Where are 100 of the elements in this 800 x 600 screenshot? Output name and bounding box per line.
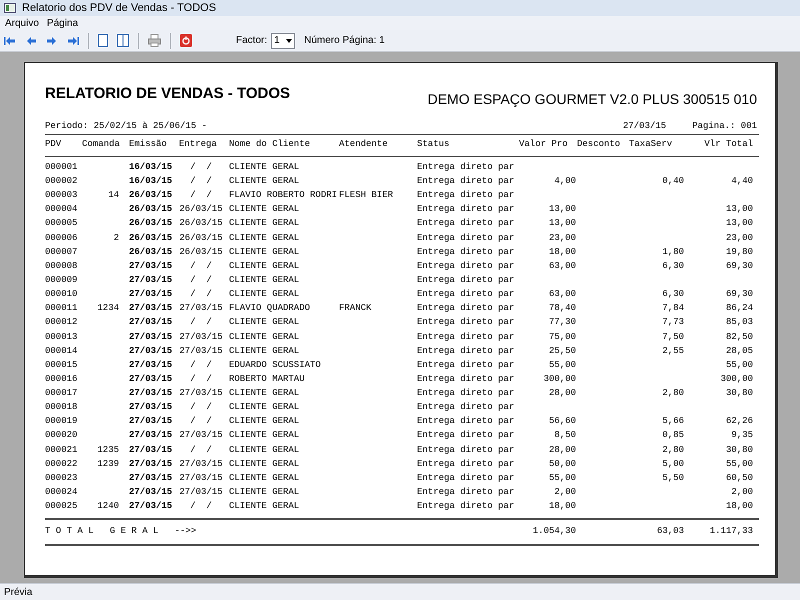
- table-cell: 86,24: [726, 303, 753, 314]
- table-cell: 2,80: [662, 444, 684, 455]
- table-cell: 6,30: [662, 260, 684, 271]
- table-cell: CLIENTE GERAL: [229, 204, 300, 214]
- table-cell: 26/03/15: [129, 246, 172, 257]
- table-cell: 63,03: [656, 526, 684, 536]
- table-cell: Entrega direto par: [417, 346, 514, 356]
- table-cell: / /: [190, 444, 212, 455]
- table-cell: 27/03/15: [129, 388, 172, 398]
- table-cell: 000018: [45, 402, 78, 412]
- table-cell: 82,50: [726, 332, 753, 342]
- previous-page-icon[interactable]: [25, 36, 37, 46]
- column-header: TaxaServ: [629, 139, 672, 150]
- table-cell: CLIENTE GERAL: [229, 317, 300, 328]
- menu-item[interactable]: Arquivo: [5, 16, 39, 30]
- factor-select[interactable]: 1: [271, 32, 296, 48]
- table-cell: CLIENTE GERAL: [229, 274, 300, 285]
- last-page-icon[interactable]: [67, 36, 79, 46]
- table-cell: FRANCK: [339, 303, 372, 314]
- table-cell: 27/03/15: [129, 260, 172, 271]
- table-cell: 000002: [45, 176, 78, 186]
- table-cell: 27/03/15: [129, 430, 172, 440]
- table-cell: / /: [190, 374, 212, 384]
- table-cell: 000014: [45, 346, 78, 356]
- table-cell: 000003: [45, 190, 78, 200]
- table-cell: Entrega direto par: [417, 246, 514, 257]
- first-page-icon[interactable]: [4, 36, 16, 46]
- table-cell: CLIENTE GERAL: [229, 289, 300, 300]
- table-cell: 26/03/15: [129, 190, 172, 200]
- table-cell: 78,40: [548, 303, 576, 314]
- table-cell: 28,00: [548, 444, 576, 455]
- table-cell: / /: [190, 190, 212, 200]
- table-cell: CLIENTE GERAL: [229, 246, 300, 257]
- table-cell: 69,30: [726, 260, 753, 271]
- table-cell: 13,00: [548, 218, 576, 228]
- table-cell: 000005: [45, 218, 78, 228]
- table-cell: 26/03/15: [179, 218, 223, 228]
- table-cell: 85,03: [726, 317, 753, 328]
- table-cell: 28,00: [548, 388, 576, 398]
- table-cell: FLAVIO ROBERTO RODRI: [229, 190, 338, 200]
- table-cell: 27/03/15: [129, 458, 172, 469]
- table-cell: 27/03/15: [129, 472, 172, 483]
- table-cell: 27/03/15: [129, 402, 172, 412]
- table-cell: Entrega direto par: [417, 458, 514, 469]
- table-cell: 2: [114, 232, 119, 243]
- table-cell: 63,00: [548, 289, 576, 300]
- column-header: Valor Pro: [519, 139, 568, 150]
- table-cell: 13,00: [548, 204, 576, 214]
- table-cell: 69,30: [726, 289, 753, 300]
- table-cell: Entrega direto par: [417, 190, 514, 200]
- table-cell: 1239: [97, 458, 119, 469]
- menu-item[interactable]: Página: [46, 16, 78, 30]
- table-cell: / /: [190, 501, 212, 512]
- power-icon[interactable]: [180, 34, 192, 47]
- table-cell: 000010: [45, 289, 78, 300]
- column-header: Status: [417, 139, 450, 150]
- table-cell: 000015: [45, 360, 78, 370]
- table-cell: 26/03/15: [129, 204, 172, 214]
- next-page-icon[interactable]: [46, 36, 58, 46]
- table-cell: Entrega direto par: [417, 162, 514, 172]
- table-cell: 27/03/15: [179, 388, 223, 398]
- table-cell: 4,40: [731, 176, 753, 186]
- table-cell: 18,00: [548, 246, 576, 257]
- table-cell: 1.117,33: [710, 526, 753, 536]
- table-cell: 13,00: [726, 218, 753, 228]
- table-cell: 30,80: [726, 388, 753, 398]
- table-cell: 000008: [45, 260, 78, 271]
- table-cell: 50,00: [548, 458, 576, 469]
- table-cell: Entrega direto par: [417, 204, 514, 214]
- table-cell: 000006: [45, 232, 78, 243]
- app-icon: [4, 3, 16, 13]
- table-cell: 27/03/15: [129, 274, 172, 285]
- table-cell: CLIENTE GERAL: [229, 388, 300, 398]
- table-cell: 000013: [45, 332, 78, 342]
- table-cell: Entrega direto par: [417, 332, 514, 342]
- table-cell: 000025: [45, 501, 78, 512]
- table-cell: 27/03/15: [129, 374, 172, 384]
- table-cell: 1235: [97, 444, 119, 455]
- column-header: PDV: [45, 139, 62, 150]
- table-cell: Entrega direto par: [417, 303, 514, 314]
- table-cell: 14: [108, 190, 119, 200]
- table-cell: 7,84: [662, 303, 684, 314]
- table-cell: Entrega direto par: [417, 289, 514, 300]
- table-cell: / /: [190, 260, 212, 271]
- table-cell: CLIENTE GERAL: [229, 232, 300, 243]
- table-cell: CLIENTE GERAL: [229, 472, 300, 483]
- table-cell: Entrega direto par: [417, 260, 514, 271]
- table-cell: 000004: [45, 204, 78, 214]
- table-cell: 26/03/15: [129, 218, 172, 228]
- column-header: Entrega: [179, 139, 217, 150]
- table-cell: 000021: [45, 444, 78, 455]
- printer-icon[interactable]: [148, 34, 161, 47]
- table-cell: Entrega direto par: [417, 360, 514, 370]
- single-page-icon[interactable]: [98, 34, 108, 47]
- factor-label: Factor:: [236, 34, 268, 48]
- table-cell: 4,00: [554, 176, 576, 186]
- two-pages-icon[interactable]: [117, 34, 129, 47]
- column-header: Comanda: [82, 139, 120, 150]
- table-cell: 9,35: [731, 430, 753, 440]
- table-cell: 5,66: [662, 416, 684, 426]
